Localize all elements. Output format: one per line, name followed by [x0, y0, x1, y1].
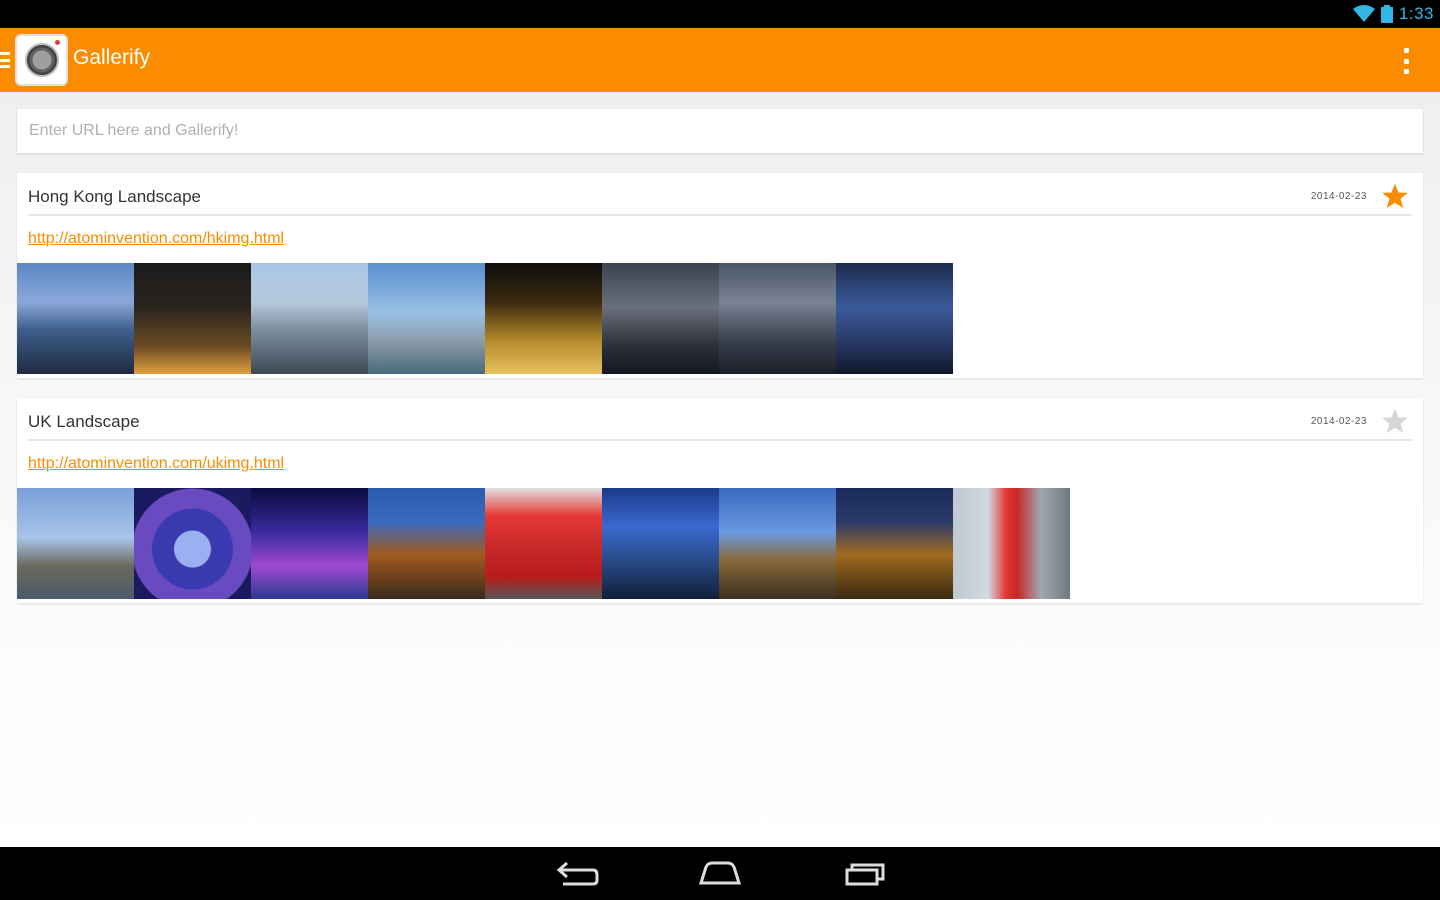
thumbnail-strip — [17, 488, 1070, 599]
app-title: Gallerify — [73, 46, 151, 69]
thumbnail-strip — [17, 263, 953, 374]
wifi-icon — [1352, 5, 1375, 22]
app-logo-camera-icon[interactable] — [15, 34, 68, 86]
gallery-url-link[interactable]: http://atominvention.com/hkimg.html — [28, 230, 284, 248]
thumbnail[interactable] — [836, 488, 953, 599]
star-icon-filled[interactable] — [1381, 182, 1409, 210]
status-clock: 1:33 — [1398, 4, 1434, 23]
thumbnail[interactable] — [719, 263, 836, 374]
gallery-title: UK Landscape — [28, 412, 140, 431]
thumbnail[interactable] — [719, 488, 836, 599]
thumbnail[interactable] — [251, 488, 368, 599]
thumbnail[interactable] — [17, 263, 134, 374]
gallery-card[interactable]: UK Landscape 2014-02-23 http://atominven… — [17, 398, 1423, 603]
thumbnail[interactable] — [134, 263, 251, 374]
thumbnail[interactable] — [602, 263, 719, 374]
thumbnail[interactable] — [368, 263, 485, 374]
recents-icon[interactable] — [841, 859, 889, 889]
back-icon[interactable] — [553, 859, 601, 889]
card-divider — [28, 439, 1412, 441]
battery-icon — [1380, 5, 1393, 23]
status-bar: 1:33 — [0, 0, 1440, 28]
gallery-title: Hong Kong Landscape — [28, 187, 201, 206]
thumbnail[interactable] — [368, 488, 485, 599]
content-area: Hong Kong Landscape 2014-02-23 http://at… — [0, 92, 1440, 847]
home-icon[interactable] — [696, 859, 744, 889]
navigation-bar — [0, 847, 1440, 900]
url-input[interactable] — [17, 109, 1423, 153]
thumbnail[interactable] — [485, 488, 602, 599]
gallery-date: 2014-02-23 — [1310, 191, 1367, 202]
thumbnail[interactable] — [134, 488, 251, 599]
thumbnail[interactable] — [17, 488, 134, 599]
thumbnail[interactable] — [953, 488, 1070, 599]
thumbnail[interactable] — [485, 263, 602, 374]
thumbnail[interactable] — [836, 263, 953, 374]
gallery-card[interactable]: Hong Kong Landscape 2014-02-23 http://at… — [17, 173, 1423, 378]
gallery-url-link[interactable]: http://atominvention.com/ukimg.html — [28, 455, 284, 473]
card-divider — [28, 214, 1412, 216]
star-icon-outline[interactable] — [1381, 407, 1409, 435]
drawer-icon[interactable] — [0, 50, 12, 70]
action-bar: Gallerify — [0, 28, 1440, 92]
gallery-date: 2014-02-23 — [1310, 416, 1367, 427]
thumbnail[interactable] — [602, 488, 719, 599]
thumbnail[interactable] — [251, 263, 368, 374]
overflow-menu-icon[interactable] — [1404, 48, 1410, 74]
